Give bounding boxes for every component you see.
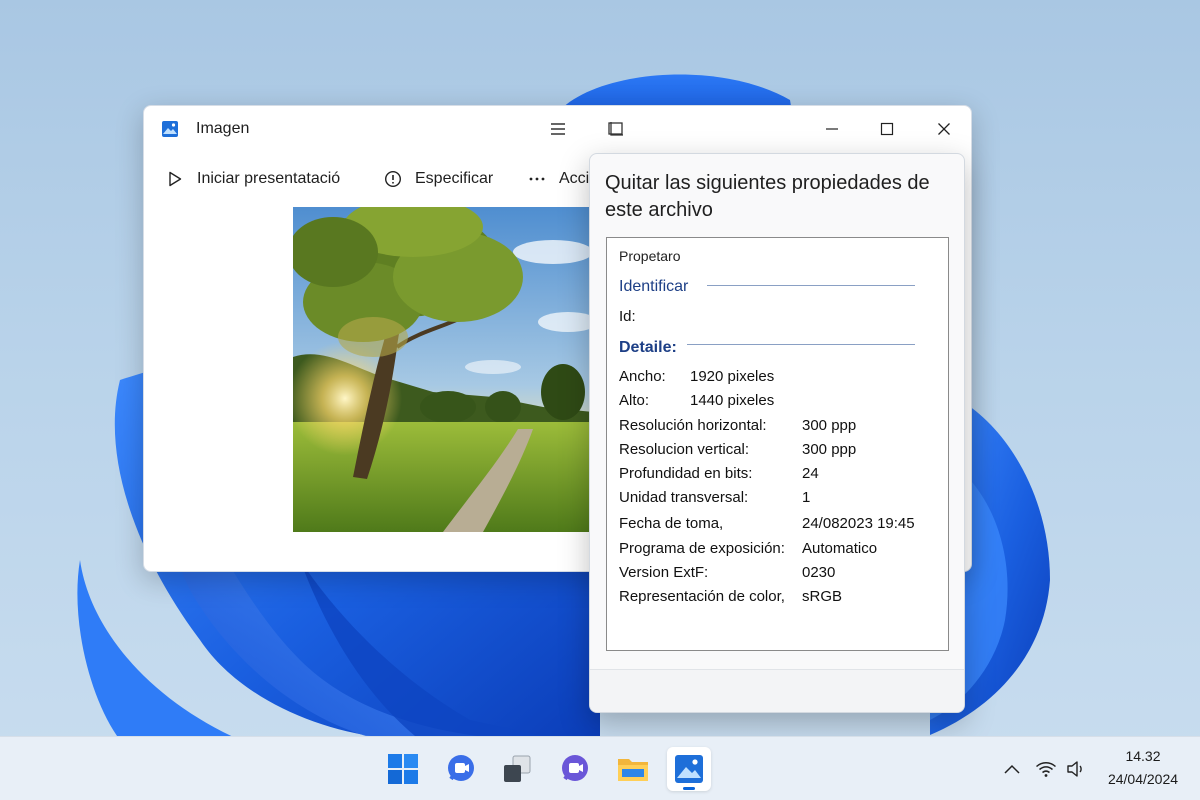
id-label: Id:	[619, 308, 636, 325]
property-label: Resolucion vertical:	[619, 441, 750, 458]
system-clock[interactable]: 14.32 24/04/2024	[1098, 745, 1188, 791]
property-value: Automatico	[802, 540, 878, 557]
start-slideshow-button[interactable]: Iniciar presentatació	[166, 164, 340, 194]
property-value: 0230	[802, 564, 836, 581]
landscape-photo[interactable]	[293, 207, 593, 532]
property-label: Ancho:	[619, 368, 666, 385]
property-value: 1	[802, 489, 811, 506]
identify-divider	[707, 285, 915, 286]
wifi-icon[interactable]	[1034, 757, 1058, 781]
info-icon	[384, 170, 402, 188]
actions-label: Acci	[559, 170, 590, 187]
dialog-footer	[590, 669, 964, 712]
property-label: Fecha de toma,	[619, 515, 724, 532]
actions-button[interactable]: Acci	[528, 164, 589, 194]
property-label: Programa de exposición:	[619, 540, 785, 557]
owner-label: Propetaro	[619, 248, 681, 264]
specify-button[interactable]: Especificar	[384, 164, 493, 194]
maximize-icon[interactable]	[873, 116, 901, 142]
hamburger-menu-icon[interactable]	[544, 116, 572, 142]
property-label: Unidad transversal:	[619, 489, 749, 506]
clock-date: 24/04/2024	[1107, 771, 1179, 787]
details-section-heading: Detaile:	[619, 339, 677, 356]
chat-icon[interactable]	[439, 747, 483, 791]
image-app-icon	[161, 120, 179, 138]
title-bar[interactable]: Imagen	[144, 106, 971, 152]
property-value: 1440 pixeles	[690, 392, 775, 409]
dialog-heading: Quitar las siguientes propiedades de est…	[605, 172, 930, 221]
property-label: Alto:	[619, 392, 650, 409]
properties-dialog[interactable]: Quitar las siguientes propiedades de est…	[589, 153, 965, 713]
property-value: 300 ppp	[802, 417, 857, 434]
file-explorer-icon[interactable]	[611, 747, 655, 791]
task-view-icon[interactable]	[495, 747, 539, 791]
identify-section-heading: Identificar	[619, 278, 689, 295]
property-label: Resolución horizontal:	[619, 417, 767, 434]
properties-list[interactable]: Propetaro Identificar Id: Detaile: Ancho…	[606, 237, 949, 651]
taskbar: 14.32 24/04/2024	[0, 736, 1200, 800]
property-label: Profundidad en bits:	[619, 465, 753, 482]
start-slideshow-label: Iniciar presentatació	[197, 170, 341, 187]
property-value: sRGB	[802, 588, 843, 605]
property-label: Representación de color,	[619, 588, 785, 605]
play-icon	[166, 170, 184, 188]
photos-icon[interactable]	[667, 747, 711, 791]
property-value: 24/082023 19:45	[802, 515, 915, 532]
clock-time: 14.32	[1125, 748, 1161, 764]
active-app-indicator	[683, 787, 695, 790]
crop-icon[interactable]	[602, 116, 630, 142]
property-label: Version ExtF:	[619, 564, 709, 581]
property-value: 1920 pixeles	[690, 368, 775, 385]
specify-label: Especificar	[415, 170, 494, 187]
start-icon[interactable]	[381, 747, 425, 791]
close-icon[interactable]	[930, 116, 958, 142]
property-value: 300 ppp	[802, 441, 857, 458]
speaker-icon[interactable]	[1064, 757, 1088, 781]
chevron-up-icon[interactable]	[1000, 757, 1024, 781]
minimize-icon[interactable]	[818, 116, 846, 142]
teams-icon[interactable]	[553, 747, 597, 791]
window-title: Imagen	[196, 120, 250, 137]
property-value: 24	[802, 465, 819, 482]
more-options-icon	[528, 170, 546, 188]
details-divider	[687, 344, 915, 345]
